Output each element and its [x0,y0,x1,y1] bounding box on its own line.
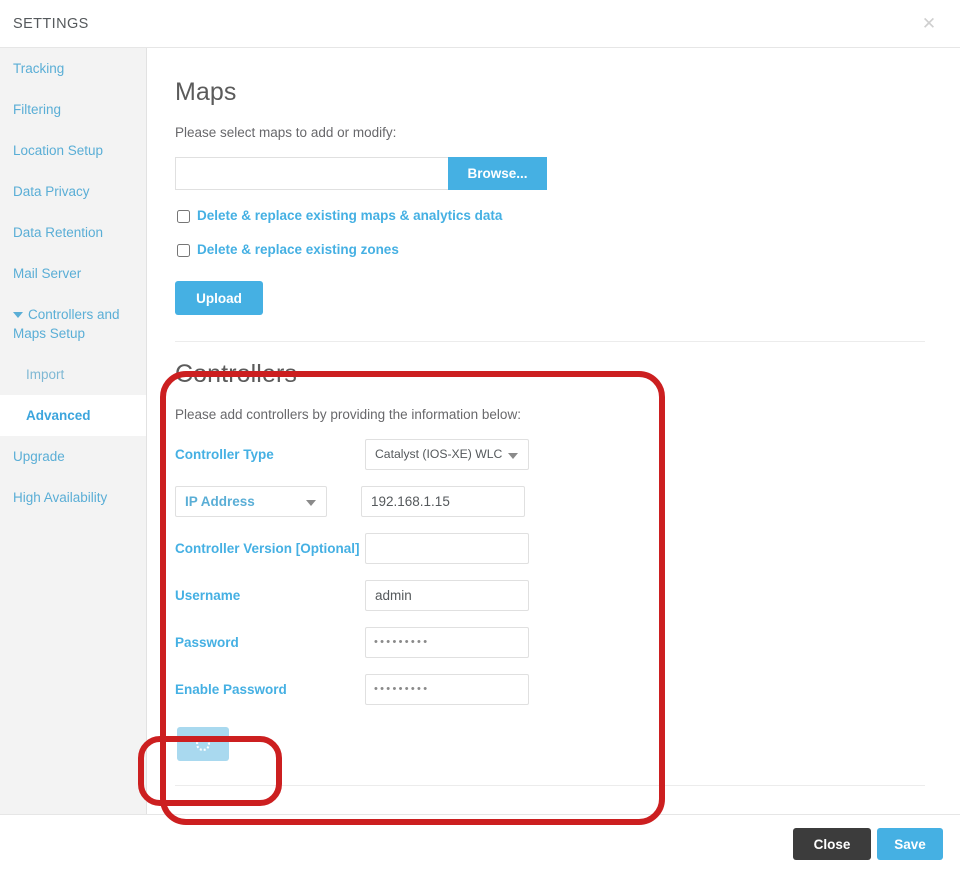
chevron-down-icon [306,500,316,506]
enable-password-label: Enable Password [175,682,287,697]
close-icon[interactable]: ✕ [918,13,940,35]
dialog-footer: Close Save [0,814,960,872]
delete-replace-maps-checkbox[interactable] [177,210,190,223]
loading-spinner-icon [196,737,210,751]
address-kind-value: IP Address [185,494,255,509]
map-file-row: Browse... [175,157,547,190]
delete-replace-zones-row: Delete & replace existing zones [175,241,960,259]
delete-replace-zones-label[interactable]: Delete & replace existing zones [197,241,399,259]
map-file-input[interactable] [175,157,448,190]
maps-instruction: Please select maps to add or modify: [175,125,397,140]
delete-replace-maps-row: Delete & replace existing maps & analyti… [175,207,960,225]
username-label: Username [175,588,241,603]
sidebar-item-data-privacy[interactable]: Data Privacy [0,171,146,212]
enable-password-masked-value: ••••••••• [374,683,430,695]
maps-heading: Maps [175,78,237,106]
controllers-heading: Controllers [175,360,297,388]
save-button[interactable]: Save [877,828,943,860]
address-kind-select[interactable]: IP Address [175,486,327,517]
controllers-section: Controllers Please add controllers by pr… [175,360,960,786]
controller-version-input[interactable] [365,533,529,564]
enable-password-field-wrap: ••••••••• [365,674,529,705]
chevron-down-icon [13,312,23,318]
password-label: Password [175,635,239,650]
browse-button[interactable]: Browse... [448,157,547,190]
sidebar-item-tracking[interactable]: Tracking [0,48,146,89]
controller-type-label: Controller Type [175,447,274,462]
controllers-divider [175,785,925,786]
sidebar-item-upgrade[interactable]: Upgrade [0,436,146,477]
upload-button[interactable]: Upload [175,281,263,315]
close-button[interactable]: Close [793,828,871,860]
delete-replace-zones-checkbox[interactable] [177,244,190,257]
delete-replace-maps-label[interactable]: Delete & replace existing maps & analyti… [197,207,502,225]
ip-address-input[interactable] [361,486,525,517]
settings-content: Maps Please select maps to add or modify… [148,48,960,872]
controller-type-select[interactable]: Catalyst (IOS-XE) WLC [365,439,529,470]
password-row: Password ••••••••• [175,627,960,658]
controller-type-value: Catalyst (IOS-XE) WLC [375,447,503,461]
username-input[interactable] [365,580,529,611]
sidebar-item-import[interactable]: Import [0,354,146,395]
sidebar: Tracking Filtering Location Setup Data P… [0,48,147,872]
chevron-down-icon [508,453,518,459]
sidebar-item-location-setup[interactable]: Location Setup [0,130,146,171]
controllers-instruction: Please add controllers by providing the … [175,407,521,422]
enable-password-row: Enable Password ••••••••• [175,674,960,705]
password-masked-value: ••••••••• [374,636,430,648]
password-field-wrap: ••••••••• [365,627,529,658]
sidebar-item-mail-server[interactable]: Mail Server [0,253,146,294]
controller-type-row: Controller Type Catalyst (IOS-XE) WLC [175,439,960,470]
dialog-header: SETTINGS ✕ [0,0,960,48]
sidebar-item-advanced[interactable]: Advanced [0,395,146,436]
username-row: Username [175,580,960,611]
settings-dialog: SETTINGS ✕ Tracking Filtering Location S… [0,0,960,872]
sidebar-group-label: Controllers and Maps Setup [13,307,120,341]
controller-version-row: Controller Version [Optional] [175,533,960,564]
sidebar-item-data-retention[interactable]: Data Retention [0,212,146,253]
controller-version-label: Controller Version [Optional] [175,541,360,556]
add-controller-button[interactable] [177,727,229,761]
address-row: IP Address [175,486,960,517]
sidebar-item-controllers-and-maps-setup[interactable]: Controllers and Maps Setup [0,294,146,354]
sidebar-item-high-availability[interactable]: High Availability [0,477,146,518]
section-divider [175,341,925,342]
page-title: SETTINGS [13,16,89,32]
sidebar-item-filtering[interactable]: Filtering [0,89,146,130]
